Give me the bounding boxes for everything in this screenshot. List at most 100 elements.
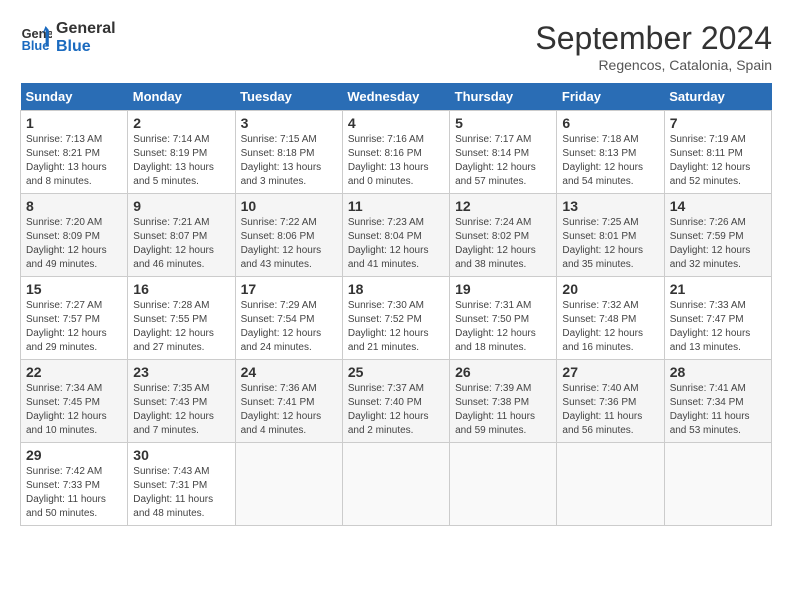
svg-text:Blue: Blue (22, 38, 50, 53)
day-number: 12 (455, 198, 551, 214)
table-cell: 25 Sunrise: 7:37 AMSunset: 7:40 PMDayligh… (342, 360, 449, 443)
day-info: Sunrise: 7:16 AMSunset: 8:16 PMDaylight:… (348, 133, 444, 189)
day-number: 27 (562, 364, 658, 380)
day-info: Sunrise: 7:23 AMSunset: 8:04 PMDaylight:… (348, 216, 444, 272)
table-cell: 6 Sunrise: 7:18 AMSunset: 8:13 PMDaylight… (557, 111, 664, 194)
day-info: Sunrise: 7:24 AMSunset: 8:02 PMDaylight:… (455, 216, 551, 272)
day-number: 9 (133, 198, 229, 214)
day-info: Sunrise: 7:20 AMSunset: 8:09 PMDaylight:… (26, 216, 122, 272)
day-number: 24 (241, 364, 337, 380)
week-row: 1Sunrise: 7:13 AMSunset: 8:21 PMDaylight… (21, 111, 772, 194)
day-number: 4 (348, 115, 444, 131)
logo-line1: General (56, 20, 116, 38)
day-info: Sunrise: 7:42 AMSunset: 7:33 PMDaylight:… (26, 465, 122, 521)
col-saturday: Saturday (664, 83, 771, 111)
table-cell (342, 443, 449, 526)
day-info: Sunrise: 7:41 AMSunset: 7:34 PMDaylight:… (670, 382, 766, 438)
day-number: 3 (241, 115, 337, 131)
day-info: Sunrise: 7:37 AMSunset: 7:40 PMDaylight:… (348, 382, 444, 438)
table-cell: 28 Sunrise: 7:41 AMSunset: 7:34 PMDayligh… (664, 360, 771, 443)
table-cell: 17 Sunrise: 7:29 AMSunset: 7:54 PMDayligh… (235, 277, 342, 360)
day-number: 13 (562, 198, 658, 214)
day-info: Sunrise: 7:18 AMSunset: 8:13 PMDaylight:… (562, 133, 658, 189)
day-info: Sunrise: 7:15 AMSunset: 8:18 PMDaylight:… (241, 133, 337, 189)
table-cell: 13Sunrise: 7:25 AMSunset: 8:01 PMDayligh… (557, 194, 664, 277)
table-cell: 22 Sunrise: 7:34 AMSunset: 7:45 PMDayligh… (21, 360, 128, 443)
day-number: 16 (133, 281, 229, 297)
col-monday: Monday (128, 83, 235, 111)
day-info: Sunrise: 7:32 AMSunset: 7:48 PMDaylight:… (562, 299, 658, 355)
day-info: Sunrise: 7:19 AMSunset: 8:11 PMDaylight:… (670, 133, 766, 189)
table-cell: 9 Sunrise: 7:21 AMSunset: 8:07 PMDaylight… (128, 194, 235, 277)
week-row: 15 Sunrise: 7:27 AMSunset: 7:57 PMDayligh… (21, 277, 772, 360)
day-number: 5 (455, 115, 551, 131)
table-cell: 24 Sunrise: 7:36 AMSunset: 7:41 PMDayligh… (235, 360, 342, 443)
day-number: 8 (26, 198, 122, 214)
table-cell: 19 Sunrise: 7:31 AMSunset: 7:50 PMDayligh… (450, 277, 557, 360)
day-number: 30 (133, 447, 229, 463)
title-block: September 2024 Regencos, Catalonia, Spai… (535, 20, 772, 73)
day-info: Sunrise: 7:35 AMSunset: 7:43 PMDaylight:… (133, 382, 229, 438)
table-cell: 5 Sunrise: 7:17 AMSunset: 8:14 PMDaylight… (450, 111, 557, 194)
day-number: 28 (670, 364, 766, 380)
table-cell: 27 Sunrise: 7:40 AMSunset: 7:36 PMDayligh… (557, 360, 664, 443)
col-sunday: Sunday (21, 83, 128, 111)
table-cell: 23 Sunrise: 7:35 AMSunset: 7:43 PMDayligh… (128, 360, 235, 443)
table-cell: 3 Sunrise: 7:15 AMSunset: 8:18 PMDaylight… (235, 111, 342, 194)
table-cell: 7Sunrise: 7:19 AMSunset: 8:11 PMDaylight… (664, 111, 771, 194)
calendar-table: Sunday Monday Tuesday Wednesday Thursday… (20, 83, 772, 526)
table-cell: 15 Sunrise: 7:27 AMSunset: 7:57 PMDayligh… (21, 277, 128, 360)
table-cell: 10Sunrise: 7:22 AMSunset: 8:06 PMDayligh… (235, 194, 342, 277)
day-number: 19 (455, 281, 551, 297)
table-cell: 29 Sunrise: 7:42 AMSunset: 7:33 PMDayligh… (21, 443, 128, 526)
month-title: September 2024 (535, 20, 772, 57)
day-number: 22 (26, 364, 122, 380)
day-info: Sunrise: 7:21 AMSunset: 8:07 PMDaylight:… (133, 216, 229, 272)
day-number: 26 (455, 364, 551, 380)
day-info: Sunrise: 7:34 AMSunset: 7:45 PMDaylight:… (26, 382, 122, 438)
col-wednesday: Wednesday (342, 83, 449, 111)
day-info: Sunrise: 7:43 AMSunset: 7:31 PMDaylight:… (133, 465, 229, 521)
day-number: 18 (348, 281, 444, 297)
day-info: Sunrise: 7:28 AMSunset: 7:55 PMDaylight:… (133, 299, 229, 355)
table-cell: 16 Sunrise: 7:28 AMSunset: 7:55 PMDayligh… (128, 277, 235, 360)
table-cell: 21 Sunrise: 7:33 AMSunset: 7:47 PMDayligh… (664, 277, 771, 360)
table-cell: 20Sunrise: 7:32 AMSunset: 7:48 PMDayligh… (557, 277, 664, 360)
table-cell: 8 Sunrise: 7:20 AMSunset: 8:09 PMDaylight… (21, 194, 128, 277)
table-cell (450, 443, 557, 526)
day-number: 21 (670, 281, 766, 297)
day-info: Sunrise: 7:27 AMSunset: 7:57 PMDaylight:… (26, 299, 122, 355)
logo: General Blue General Blue (20, 20, 116, 55)
day-info: Sunrise: 7:36 AMSunset: 7:41 PMDaylight:… (241, 382, 337, 438)
location: Regencos, Catalonia, Spain (535, 57, 772, 73)
page-header: General Blue General Blue September 2024… (20, 20, 772, 73)
col-thursday: Thursday (450, 83, 557, 111)
day-info: Sunrise: 7:17 AMSunset: 8:14 PMDaylight:… (455, 133, 551, 189)
table-cell: 1Sunrise: 7:13 AMSunset: 8:21 PMDaylight… (21, 111, 128, 194)
table-cell: 30 Sunrise: 7:43 AMSunset: 7:31 PMDayligh… (128, 443, 235, 526)
table-cell: 26Sunrise: 7:39 AMSunset: 7:38 PMDayligh… (450, 360, 557, 443)
day-number: 14 (670, 198, 766, 214)
week-row: 22 Sunrise: 7:34 AMSunset: 7:45 PMDayligh… (21, 360, 772, 443)
day-number: 6 (562, 115, 658, 131)
day-number: 1 (26, 115, 122, 131)
day-number: 23 (133, 364, 229, 380)
day-number: 11 (348, 198, 444, 214)
table-cell: 11 Sunrise: 7:23 AMSunset: 8:04 PMDayligh… (342, 194, 449, 277)
day-info: Sunrise: 7:40 AMSunset: 7:36 PMDaylight:… (562, 382, 658, 438)
table-cell (557, 443, 664, 526)
day-info: Sunrise: 7:33 AMSunset: 7:47 PMDaylight:… (670, 299, 766, 355)
table-cell: 4 Sunrise: 7:16 AMSunset: 8:16 PMDaylight… (342, 111, 449, 194)
day-number: 17 (241, 281, 337, 297)
day-info: Sunrise: 7:30 AMSunset: 7:52 PMDaylight:… (348, 299, 444, 355)
header-row: Sunday Monday Tuesday Wednesday Thursday… (21, 83, 772, 111)
col-friday: Friday (557, 83, 664, 111)
week-row: 29 Sunrise: 7:42 AMSunset: 7:33 PMDayligh… (21, 443, 772, 526)
day-number: 15 (26, 281, 122, 297)
table-cell: 14Sunrise: 7:26 AMSunset: 7:59 PMDayligh… (664, 194, 771, 277)
day-number: 29 (26, 447, 122, 463)
col-tuesday: Tuesday (235, 83, 342, 111)
day-info: Sunrise: 7:29 AMSunset: 7:54 PMDaylight:… (241, 299, 337, 355)
day-number: 25 (348, 364, 444, 380)
day-info: Sunrise: 7:31 AMSunset: 7:50 PMDaylight:… (455, 299, 551, 355)
